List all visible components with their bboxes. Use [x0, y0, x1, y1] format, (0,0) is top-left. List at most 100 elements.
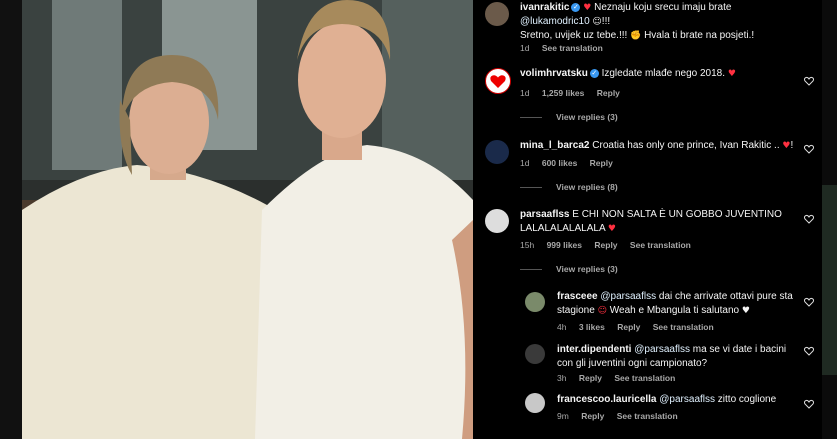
see-translation-link[interactable]: See translation — [617, 411, 678, 421]
mention-link[interactable]: @lukamodric10 — [520, 16, 590, 27]
reply-body-2: con gli juventini ogni campionato? — [557, 358, 708, 369]
comment-body: Neznaju koju srecu imaju brate — [594, 2, 732, 13]
timestamp: 15h — [520, 240, 535, 250]
reply-francescoo-lauricella: francescoo.lauricella @parsaaflss zitto … — [473, 393, 822, 433]
avatar[interactable] — [525, 344, 545, 364]
timestamp: 1d — [520, 88, 530, 98]
avatar[interactable] — [485, 209, 509, 233]
view-replies-button[interactable]: View replies (8) — [520, 182, 618, 192]
reply-text: inter.dipendenti @parsaaflss ma se vi da… — [557, 343, 797, 371]
heart-outline-icon[interactable] — [803, 398, 815, 410]
emoji-icon: ♥ — [727, 69, 736, 79]
timestamp: 3h — [557, 373, 567, 383]
replies-divider-line — [520, 268, 542, 270]
reply-frasceee: frasceee @parsaaflss dai che arrivate ot… — [473, 290, 822, 338]
muscle-emoji-icon: ✊ — [630, 31, 642, 41]
verified-badge-icon: ✓ — [589, 68, 599, 78]
heart-emoji-icon: ♥ — [741, 306, 750, 316]
comment-body-2: LALALALALALALA — [520, 223, 606, 234]
likes-count[interactable]: 600 likes — [542, 158, 577, 168]
view-replies-label: View replies (3) — [556, 264, 618, 274]
reply-text: frasceee @parsaaflss dai che arrivate ot… — [557, 290, 797, 318]
comment-text: ivanrakitic ✓ ♥ Neznaju koju srecu imaju … — [520, 1, 800, 43]
comment-body: Izgledate mlađe nego 2018. — [601, 68, 726, 79]
heart-outline-icon[interactable] — [803, 143, 815, 155]
likes-count[interactable]: 1,259 likes — [542, 88, 585, 98]
reply-text: francescoo.lauricella @parsaaflss zitto … — [557, 393, 797, 407]
comment-body: E CHI NON SALTA È UN GOBBO JUVENTINO — [572, 209, 782, 220]
heart-emoji-icon: ♥ — [607, 224, 616, 234]
timestamp: 9m — [557, 411, 569, 421]
heart-outline-icon[interactable] — [803, 345, 815, 357]
mention-link[interactable]: @parsaaflss — [634, 344, 690, 355]
see-translation-link[interactable]: See translation — [614, 373, 675, 383]
comment-text: mina_l_barca2 Croatia has only one princ… — [520, 139, 793, 153]
see-translation-link[interactable]: See translation — [542, 43, 603, 53]
checkered-heart-icon — [490, 75, 506, 88]
comment-meta: 1d See translation — [520, 43, 613, 53]
reply-body: ma se vi date i bacini — [692, 344, 787, 355]
reply-meta: 3h Reply See translation — [557, 373, 685, 383]
comment-body-2: ! — [790, 140, 794, 151]
replies-divider-line — [520, 116, 542, 118]
comment-mina-l-barca2: mina_l_barca2 Croatia has only one princ… — [473, 138, 822, 194]
comment-text: volimhrvatsku ✓ Izgledate mlađe nego 2018… — [520, 67, 736, 81]
reply-button[interactable]: Reply — [597, 88, 620, 98]
reply-button[interactable]: Reply — [594, 240, 617, 250]
mention-link[interactable]: @parsaaflss — [600, 291, 656, 302]
likes-count[interactable]: 3 likes — [579, 322, 605, 332]
reply-body: zitto coglione — [717, 394, 777, 405]
comment-ivanrakitic: ivanrakitic ✓ ♥ Neznaju koju srecu imaju … — [473, 0, 822, 58]
username[interactable]: ivanrakitic — [520, 2, 569, 13]
avatar[interactable] — [485, 2, 509, 26]
likes-count[interactable]: 999 likes — [547, 240, 582, 250]
emoji-icon: ☺ — [597, 306, 607, 316]
avatar[interactable] — [525, 292, 545, 312]
reply-button[interactable]: Reply — [581, 411, 604, 421]
timestamp: 1d — [520, 43, 530, 53]
see-translation-link[interactable]: See translation — [630, 240, 691, 250]
emoji-icon: ☺ — [592, 17, 602, 27]
verified-badge-icon: ✓ — [571, 2, 581, 12]
heart-outline-icon[interactable] — [803, 296, 815, 308]
username[interactable]: frasceee — [557, 291, 598, 302]
heart-outline-icon[interactable] — [803, 213, 815, 225]
view-replies-button[interactable]: View replies (3) — [520, 112, 618, 122]
comment-body-4: Hvala ti brate na posjeti.! — [644, 30, 755, 41]
username[interactable]: francescoo.lauricella — [557, 394, 657, 405]
view-replies-label: View replies (8) — [556, 182, 618, 192]
reply-button[interactable]: Reply — [590, 158, 613, 168]
avatar[interactable] — [485, 68, 511, 94]
timestamp: 4h — [557, 322, 567, 332]
comment-meta: 1d 1,259 likes Reply — [520, 88, 630, 98]
reply-meta: 4h 3 likes Reply See translation — [557, 322, 724, 332]
username[interactable]: inter.dipendenti — [557, 344, 631, 355]
background-page-strip — [822, 185, 837, 375]
window-right-edge — [822, 0, 837, 439]
avatar[interactable] — [525, 393, 545, 413]
see-translation-link[interactable]: See translation — [653, 322, 714, 332]
username[interactable]: parsaaflss — [520, 209, 569, 220]
view-replies-button[interactable]: View replies (3) — [520, 264, 618, 274]
mention-link[interactable]: @parsaaflss — [659, 394, 715, 405]
username[interactable]: volimhrvatsku — [520, 68, 588, 79]
reply-body-2: stagione — [557, 305, 595, 316]
reply-button[interactable]: Reply — [617, 322, 640, 332]
view-replies-label: View replies (3) — [556, 112, 618, 122]
comment-body: Croatia has only one prince, Ivan Rakiti… — [592, 140, 780, 151]
comment-volimhrvatsku: volimhrvatsku ✓ Izgledate mlađe nego 2018… — [473, 66, 822, 126]
comments-panel: ivanrakitic ✓ ♥ Neznaju koju srecu imaju … — [473, 0, 822, 439]
reply-body: dai che arrivate ottavi pure sta — [658, 291, 793, 302]
comment-text: parsaaflss E CHI NON SALTA È UN GOBBO JU… — [520, 208, 790, 236]
reply-meta: 9m Reply See translation — [557, 411, 688, 421]
comment-body-2: !!! — [601, 16, 611, 27]
timestamp: 1d — [520, 158, 530, 168]
comment-meta: 1d 600 likes Reply — [520, 158, 623, 168]
reply-inter-dipendenti: inter.dipendenti @parsaaflss ma se vi da… — [473, 343, 822, 385]
avatar[interactable] — [485, 140, 509, 164]
post-photo — [22, 0, 473, 439]
heart-emoji-icon: ♥ — [583, 3, 592, 13]
reply-button[interactable]: Reply — [579, 373, 602, 383]
username[interactable]: mina_l_barca2 — [520, 140, 590, 151]
heart-outline-icon[interactable] — [803, 75, 815, 87]
